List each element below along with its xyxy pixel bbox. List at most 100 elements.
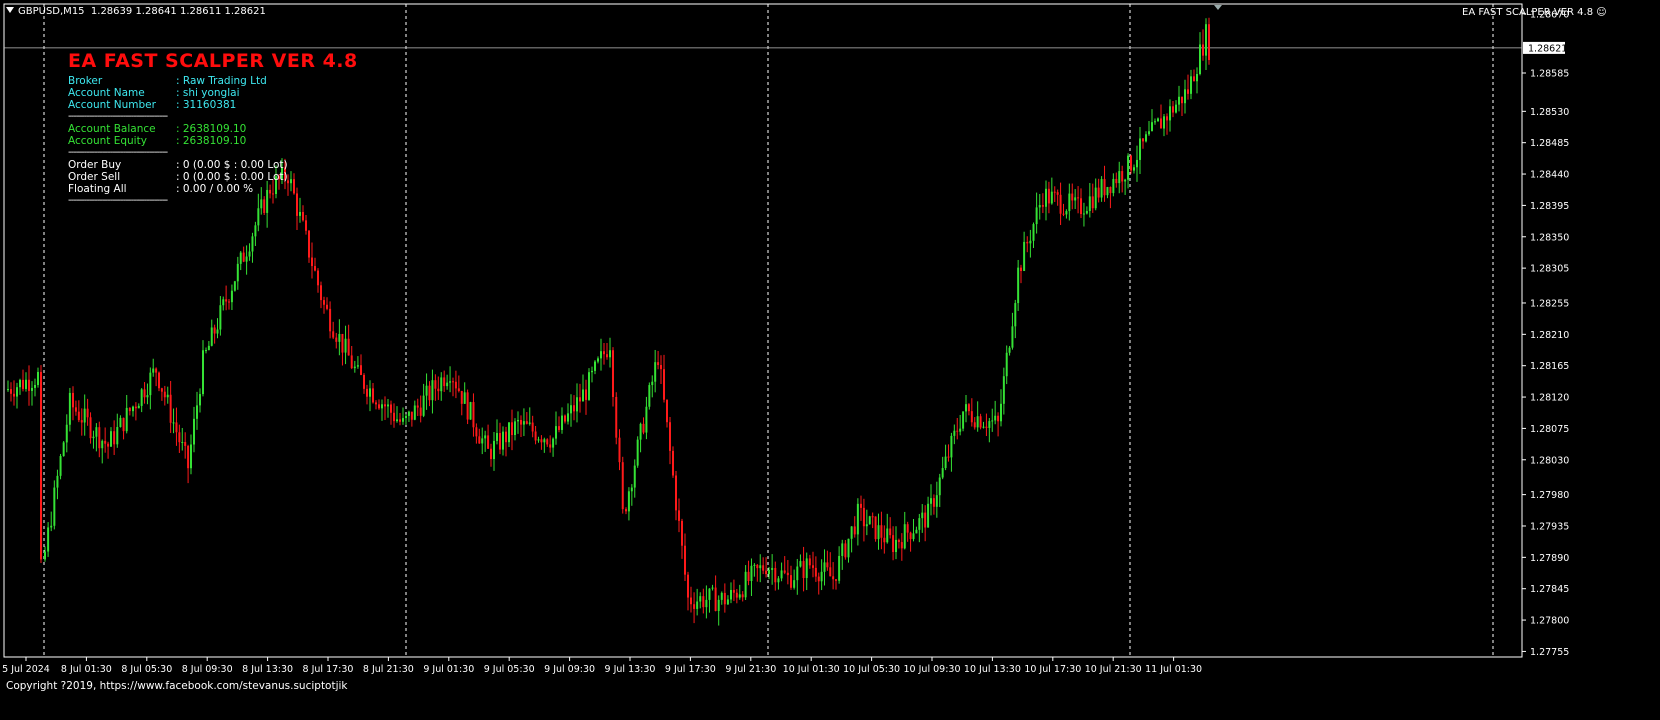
bear-candle: [723, 592, 726, 605]
bear-candle: [1080, 198, 1082, 215]
bull-candle: [627, 491, 630, 512]
bear-candle: [657, 362, 660, 366]
bear-candle: [1103, 179, 1106, 196]
bear-candle: [892, 535, 895, 553]
y-tick-label: 1.28395: [1530, 201, 1569, 212]
bull-candle: [1100, 179, 1103, 198]
bull-candle: [62, 442, 65, 457]
x-tick-label: 8 Jul 13:30: [242, 664, 293, 675]
dropdown-triangle-icon[interactable]: [6, 7, 14, 13]
bull-candle: [369, 388, 371, 397]
bull-candle: [994, 415, 997, 421]
bull-candle: [654, 362, 657, 382]
x-tick-label: 8 Jul 17:30: [303, 664, 354, 675]
bull-candle: [1154, 121, 1156, 123]
bear-candle: [947, 456, 950, 458]
bear-candle: [89, 417, 92, 439]
bear-candle: [184, 441, 187, 446]
bear-candle: [844, 543, 847, 558]
bull-candle: [166, 394, 169, 398]
bear-candle: [1077, 197, 1080, 199]
bull-candle: [1008, 347, 1011, 353]
bull-candle: [116, 426, 119, 445]
bear-candle: [86, 408, 89, 418]
bear-candle: [732, 589, 735, 593]
bear-candle: [970, 411, 973, 423]
bear-candle: [443, 377, 446, 387]
bear-candle: [128, 407, 131, 412]
bull-candle: [1139, 138, 1141, 160]
bear-candle: [213, 327, 216, 334]
bear-candle: [862, 507, 865, 527]
bull-candle: [959, 428, 962, 432]
bear-candle: [134, 406, 137, 409]
bear-candle: [487, 435, 490, 449]
info-row: Account Number: 31160381: [68, 99, 358, 111]
bull-candle: [137, 405, 140, 409]
bear-candle: [681, 520, 683, 546]
bull-candle: [950, 435, 953, 458]
bear-candle: [360, 365, 362, 375]
account-info-block: Broker: Raw Trading Ltd Account Name: shi…: [68, 75, 358, 111]
bull-candle: [59, 456, 62, 476]
bear-candle: [378, 404, 380, 409]
bear-candle: [72, 392, 74, 408]
bear-candle: [1115, 178, 1118, 184]
info-value: : 0 (0.00 $ : 0.00 Lot): [176, 171, 288, 183]
bear-candle: [1160, 118, 1162, 129]
separator-line: --------------------------------------: [68, 195, 168, 206]
bull-candle: [1088, 196, 1091, 212]
separator-line: --------------------------------------: [68, 111, 168, 122]
bull-candle: [469, 402, 472, 420]
bull-candle: [805, 558, 808, 578]
bear-candle: [175, 422, 178, 433]
bear-candle: [735, 592, 738, 598]
bull-candle: [207, 345, 210, 351]
bull-candle: [338, 333, 341, 342]
bear-candle: [490, 448, 492, 460]
bull-candle: [633, 465, 636, 488]
bull-candle: [216, 329, 219, 334]
bull-candle: [823, 562, 826, 572]
bear-candle: [909, 532, 912, 540]
info-row: Account Equity: 2638109.10: [68, 135, 358, 147]
bull-candle: [1205, 24, 1207, 56]
x-tick-label: 9 Jul 05:30: [484, 664, 535, 675]
info-key: Account Name: [68, 87, 145, 99]
bear-candle: [756, 564, 759, 569]
bull-candle: [850, 526, 853, 539]
bull-candle: [780, 570, 783, 579]
bear-candle: [1208, 24, 1210, 61]
bull-candle: [561, 415, 563, 430]
bear-candle: [311, 257, 313, 267]
bull-candle: [717, 599, 720, 611]
bear-candle: [663, 369, 665, 400]
x-tick-label: 10 Jul 05:30: [843, 664, 900, 675]
bull-candle: [463, 392, 466, 404]
bear-candle: [1121, 171, 1124, 182]
bull-candle: [988, 421, 991, 428]
bull-candle: [254, 225, 257, 237]
bear-candle: [187, 445, 190, 469]
x-tick-label: 5 Jul 2024: [2, 664, 50, 675]
bear-candle: [332, 331, 335, 338]
bear-candle: [242, 252, 245, 262]
info-key: Account Number: [68, 99, 156, 111]
bear-candle: [747, 571, 750, 581]
y-tick-label: 1.28075: [1530, 424, 1569, 435]
bull-candle: [838, 555, 841, 581]
bear-candle: [499, 433, 501, 450]
bull-candle: [449, 381, 452, 383]
bull-candle: [705, 599, 708, 608]
info-value: : 0 (0.00 $ : 0.00 Lot): [176, 159, 288, 171]
bear-candle: [540, 439, 543, 443]
bear-candle: [871, 516, 874, 518]
bear-candle: [452, 381, 454, 383]
bear-candle: [1071, 193, 1074, 201]
y-tick-label: 1.28255: [1530, 298, 1569, 309]
bear-candle: [832, 576, 835, 580]
bull-candle: [1029, 240, 1032, 244]
bull-candle: [927, 503, 930, 528]
bull-candle: [1163, 116, 1165, 129]
bull-candle: [865, 524, 868, 527]
